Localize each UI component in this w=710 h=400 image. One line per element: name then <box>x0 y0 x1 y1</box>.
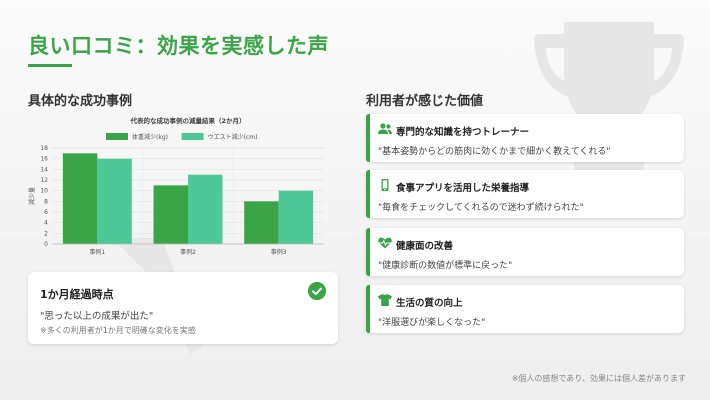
value-card-quality-of-life: 生活の質の向上 "洋服選びが楽しくなった" <box>366 285 684 333</box>
value-card-nutrition: 食事アプリを活用した栄養指導 "毎食をチェックしてくれるので迷わず続けられた" <box>366 170 684 218</box>
legend-swatch <box>181 133 204 140</box>
y-tick-label: 6 <box>44 209 48 216</box>
bar-事例3-ウエスト減少(cm) <box>278 190 314 244</box>
chart-svg: 代表的な成功事例の減量結果（2か月） 体重減少(kg) ウエスト減少(cm) 0 2 4 6… <box>28 116 324 256</box>
x-tick-label: 事例3 <box>271 248 287 256</box>
y-tick-label: 0 <box>44 241 48 248</box>
check-circle-icon <box>308 282 326 300</box>
milestone-card: 1か月経過時点 "思った以上の成果が出た" ※多くの利用者が1か月で明確な変化を… <box>28 272 338 344</box>
y-tick-label: 14 <box>40 166 48 173</box>
value-card-health: 健康面の改善 "健康診断の数値が標準に戻った" <box>366 228 684 276</box>
bar-事例2-ウエスト減少(cm) <box>188 174 223 244</box>
tshirt-icon <box>378 294 392 306</box>
milestone-title: 1か月経過時点 <box>40 288 114 301</box>
title-underline <box>28 64 72 67</box>
bar-事例2-体重減少(kg) <box>153 185 188 244</box>
bar-事例1-ウエスト減少(cm) <box>97 158 132 244</box>
value-card-quote: "基本姿勢からどの筋肉に効くかまで細かく教えてくれる" <box>378 147 611 157</box>
section-title-user-value: 利用者が感じた価値 <box>366 94 484 109</box>
smartphone-icon <box>381 179 389 191</box>
y-tick-label: 10 <box>40 188 48 195</box>
value-card-title: 健康面の改善 <box>396 241 454 252</box>
legend-label: ウエスト減少(cm) <box>208 133 258 141</box>
x-tick-label: 事例2 <box>180 248 196 256</box>
value-card-quote: "健康診断の数値が標準に戻った" <box>378 261 513 271</box>
y-tick-label: 8 <box>44 198 48 205</box>
disclaimer-footnote: ※個人の感想であり、効果には個人差があります <box>511 374 686 383</box>
y-tick-label: 18 <box>40 145 48 152</box>
value-card-quote: "洋服選びが楽しくなった" <box>378 318 486 328</box>
milestone-quote: "思った以上の成果が出た" <box>40 311 154 322</box>
section-title-success-cases: 具体的な成功事例 <box>28 94 133 109</box>
bar-事例3-体重減少(kg) <box>244 201 279 244</box>
legend-swatch <box>106 133 128 140</box>
weight-loss-chart: 代表的な成功事例の減量結果（2か月） 体重減少(kg) ウエスト減少(cm) 0 2 4 6… <box>28 112 338 262</box>
legend-label: 体重減少(kg) <box>132 133 168 141</box>
page-title: 良い口コミ：効果を実感した声 <box>28 34 329 58</box>
y-tick-label: 4 <box>44 220 48 227</box>
heartbeat-icon <box>378 237 392 249</box>
y-axis-label: 減少量 <box>28 187 36 205</box>
value-card-title: 食事アプリを活用した栄養指導 <box>396 183 530 194</box>
value-card-title: 生活の質の向上 <box>396 298 463 309</box>
y-tick-label: 12 <box>40 177 48 184</box>
x-tick-label: 事例1 <box>89 248 105 256</box>
bar-事例1-体重減少(kg) <box>62 153 98 244</box>
value-card-quote: "毎食をチェックしてくれるので迷わず続けられた" <box>378 203 584 213</box>
chart-title: 代表的な成功事例の減量結果（2か月） <box>129 116 245 125</box>
users-icon <box>378 123 392 134</box>
milestone-note: ※多くの利用者が1か月で明確な変化を実感 <box>40 326 196 335</box>
value-card-trainer: 専門的な知識を持つトレーナー "基本姿勢からどの筋肉に効くかまで細かく教えてくれ… <box>366 114 684 162</box>
y-tick-label: 16 <box>40 156 48 163</box>
y-tick-label: 2 <box>44 230 48 237</box>
value-card-title: 専門的な知識を持つトレーナー <box>396 127 530 138</box>
